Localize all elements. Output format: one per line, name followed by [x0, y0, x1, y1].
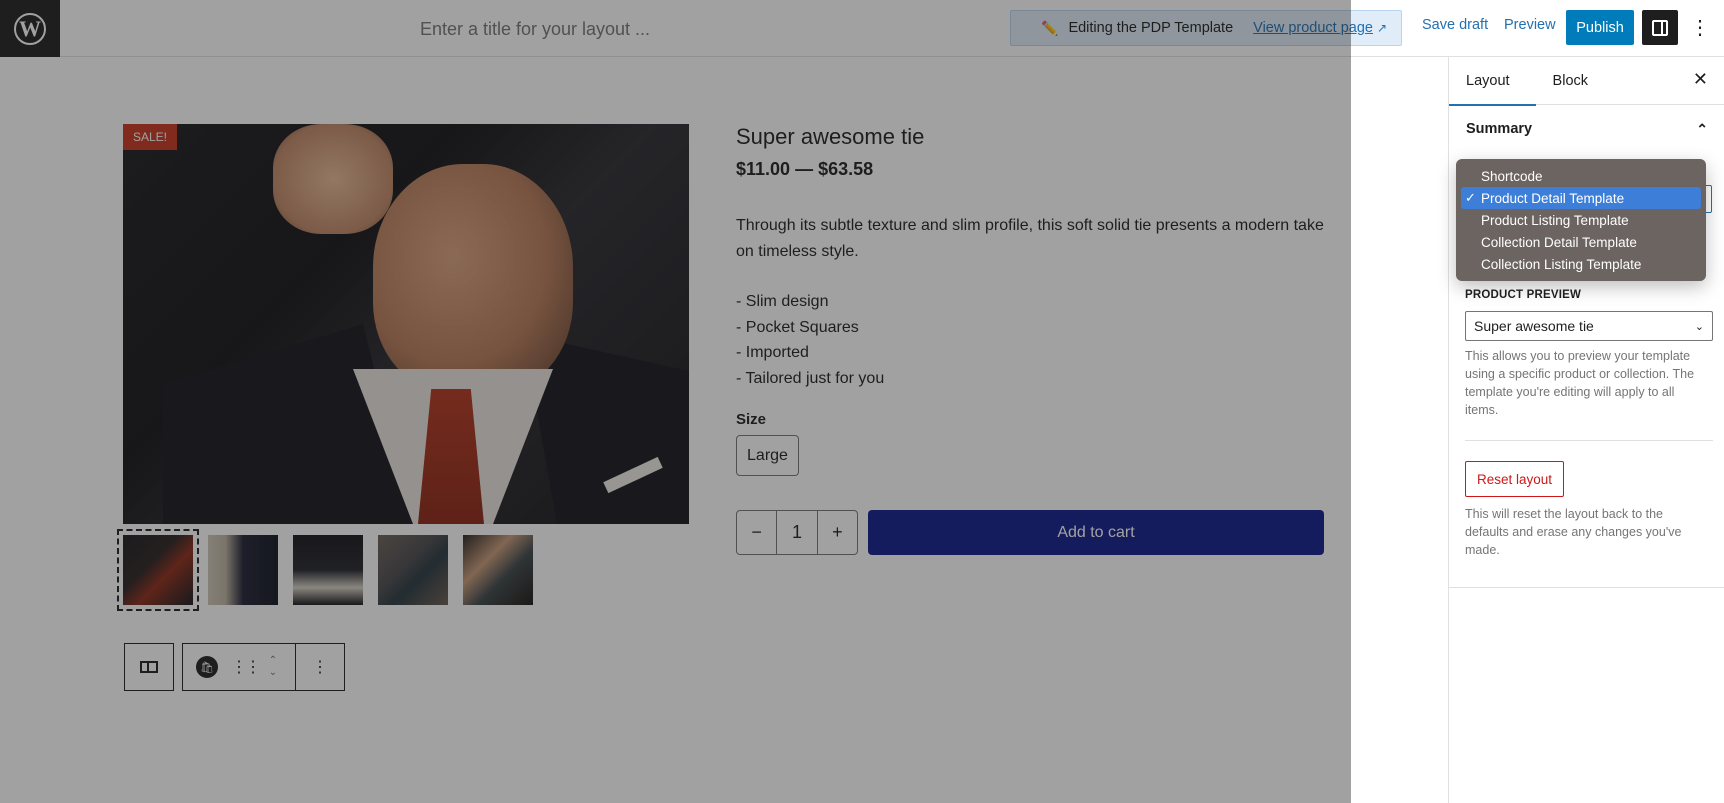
thumbnail-2[interactable]: [208, 535, 278, 605]
product-description: Through its subtle texture and slim prof…: [736, 217, 1324, 260]
dropdown-option-collection-detail[interactable]: Collection Detail Template: [1461, 231, 1701, 253]
qty-increase-button[interactable]: +: [818, 511, 857, 554]
block-options-button[interactable]: ⋮: [296, 644, 344, 690]
divider: [1465, 440, 1713, 441]
move-down-icon[interactable]: ⌄: [269, 667, 277, 679]
size-label: Size: [736, 411, 767, 428]
product-main-image[interactable]: [123, 124, 689, 524]
reset-layout-button[interactable]: Reset layout: [1465, 461, 1564, 497]
wordpress-logo-button[interactable]: W: [0, 0, 60, 57]
view-product-page-link[interactable]: View product page: [1253, 20, 1373, 36]
thumbnail-1[interactable]: [117, 529, 199, 611]
pencil-icon: ✏️: [1041, 19, 1059, 36]
columns-block-button[interactable]: [125, 644, 173, 690]
template-type-dropdown: Shortcode ✓ Product Detail Template Produ…: [1456, 159, 1706, 281]
feature-item: - Slim design: [736, 293, 829, 310]
editor-canvas: SALE! Super awesome tie $11.00 — $63.58 …: [0, 57, 1448, 803]
feature-item: - Imported: [736, 344, 809, 361]
editor-root: SALE! Super awesome tie $11.00 — $63.58 …: [0, 0, 1724, 803]
close-icon[interactable]: ✕: [1693, 69, 1708, 90]
product-features: - Slim design - Pocket Squares - Importe…: [736, 289, 884, 391]
reset-layout-help: This will reset the layout back to the d…: [1465, 507, 1682, 557]
notice-text: Editing the PDP Template: [1068, 20, 1234, 36]
editing-notice: ✏️ Editing the PDP Template View product…: [1010, 10, 1402, 46]
product-preview-help: This allows you to preview your template…: [1465, 349, 1695, 417]
thumbnail-4[interactable]: [378, 535, 448, 605]
product-block[interactable]: SALE! Super awesome tie $11.00 — $63.58 …: [0, 57, 1448, 803]
size-option-large[interactable]: Large: [736, 435, 799, 476]
product-preview-select[interactable]: Super awesome tie ⌄: [1465, 311, 1713, 341]
block-mover: ⌃ ⌄: [259, 655, 287, 679]
product-preview-label: PRODUCT PREVIEW: [1465, 289, 1582, 301]
add-to-cart-button[interactable]: Add to cart: [868, 510, 1324, 555]
product-title: Super awesome tie: [736, 124, 925, 149]
wordpress-icon: W: [14, 12, 46, 45]
sidebar-tabs: Layout Block ✕: [1449, 57, 1724, 106]
block-toolbar: 🛍 ⋮⋮ ⌃ ⌄ ⋮: [124, 643, 345, 691]
editor-header: W ✏️ Editing the PDP Template View produ…: [0, 0, 1724, 57]
qty-value[interactable]: 1: [776, 511, 818, 554]
more-options-icon[interactable]: ⋮: [1690, 14, 1710, 42]
chevron-up-icon: ⌃: [1696, 120, 1708, 137]
dropdown-option-product-detail[interactable]: ✓ Product Detail Template: [1461, 187, 1701, 209]
chevron-down-icon: ⌄: [1694, 320, 1704, 333]
preview-button[interactable]: Preview: [1504, 17, 1556, 33]
tab-layout[interactable]: Layout: [1449, 57, 1536, 106]
save-draft-button[interactable]: Save draft: [1422, 17, 1488, 33]
dropdown-option-shortcode[interactable]: Shortcode: [1461, 165, 1701, 187]
columns-icon: [140, 661, 158, 673]
block-type-button[interactable]: 🛍: [183, 644, 231, 690]
external-link-icon: ↗: [1377, 21, 1388, 35]
move-up-icon[interactable]: ⌃: [269, 655, 277, 667]
layout-title-input[interactable]: [360, 14, 710, 44]
sidebar-icon: [1652, 19, 1668, 36]
qty-decrease-button[interactable]: −: [737, 511, 776, 554]
drag-handle-icon[interactable]: ⋮⋮: [231, 657, 261, 677]
tab-block[interactable]: Block: [1536, 57, 1605, 105]
sale-badge: SALE!: [123, 124, 177, 150]
publish-button[interactable]: Publish: [1566, 10, 1634, 45]
divider: [1448, 587, 1724, 588]
summary-panel-header[interactable]: Summary ⌃: [1449, 105, 1724, 153]
thumbnail-3[interactable]: [293, 535, 363, 605]
feature-item: - Pocket Squares: [736, 318, 859, 336]
settings-sidebar-toggle[interactable]: [1642, 10, 1678, 45]
dropdown-option-product-listing[interactable]: Product Listing Template: [1461, 209, 1701, 231]
quantity-stepper: − 1 +: [736, 510, 858, 555]
product-price: $11.00 — $63.58: [736, 159, 874, 179]
dropdown-option-collection-listing[interactable]: Collection Listing Template: [1461, 253, 1701, 275]
checkmark-icon: ✓: [1465, 190, 1476, 205]
shopping-bag-icon: 🛍: [196, 656, 218, 678]
feature-item: - Tailored just for you: [736, 369, 885, 387]
summary-title: Summary: [1466, 121, 1533, 137]
thumbnail-5[interactable]: [463, 535, 533, 605]
